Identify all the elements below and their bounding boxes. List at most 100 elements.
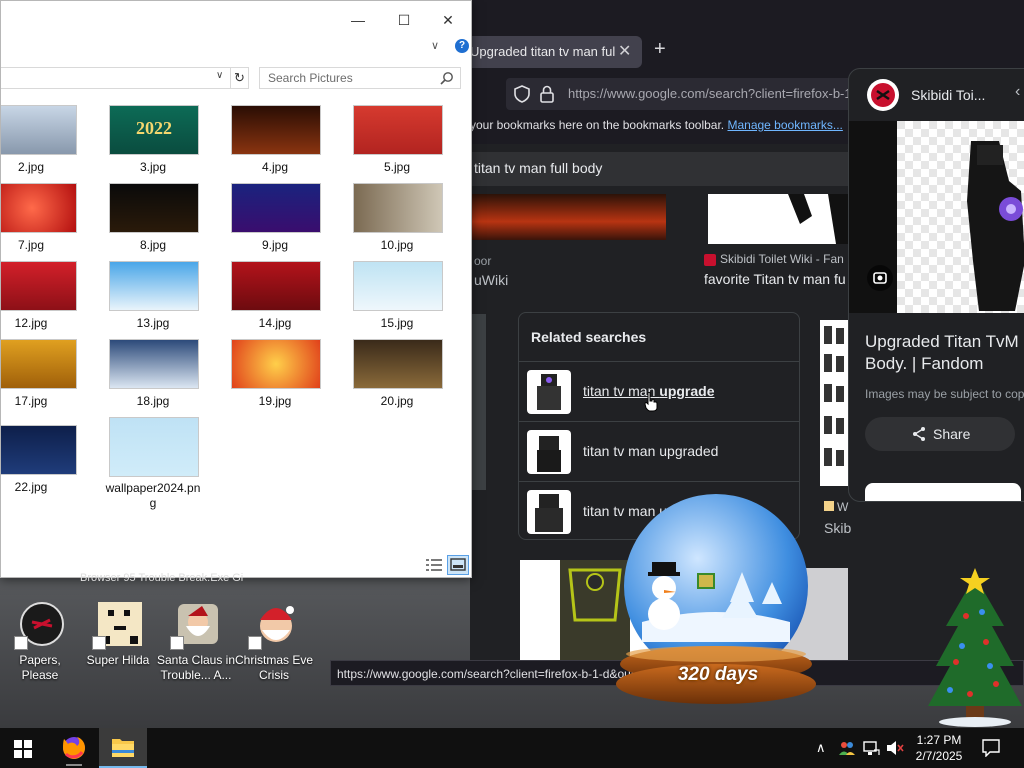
share-icon <box>913 427 925 441</box>
shield-icon[interactable] <box>514 85 530 103</box>
details-view-icon[interactable] <box>425 557 443 573</box>
tab-google-search[interactable]: Upgraded titan tv man full body ✕ <box>470 36 642 68</box>
large-icons-view-button[interactable] <box>447 555 469 575</box>
hand-cursor-icon <box>644 392 658 412</box>
preview-next-card[interactable] <box>865 483 1021 501</box>
shortcut-arrow-icon <box>92 636 106 650</box>
file-name: 18.jpg <box>136 394 170 408</box>
share-label: Share <box>933 426 971 442</box>
share-button[interactable]: Share <box>865 417 1015 451</box>
file-thumbnail <box>231 183 321 233</box>
result-title-link[interactable]: uWiki <box>474 272 508 288</box>
file-name: 4.jpg <box>261 160 289 174</box>
file-name: 3.jpg <box>139 160 167 174</box>
expand-ribbon-icon[interactable]: ∨ <box>431 39 439 52</box>
search-input[interactable]: Search Pictures <box>259 67 461 89</box>
desktop-icon-label: Santa Claus in Trouble... A... <box>156 653 236 682</box>
shortcut-arrow-icon <box>14 636 28 650</box>
preview-source[interactable]: Skibidi Toi... <box>911 87 985 103</box>
related-item-bold: upgrade <box>659 383 715 399</box>
file-thumbnail <box>109 339 199 389</box>
shortcut-arrow-icon <box>170 636 184 650</box>
file-name: wallpaper2024.png <box>105 481 201 510</box>
result-title-link[interactable]: favorite Titan tv man fu <box>704 271 846 287</box>
related-thumbnail <box>527 490 571 534</box>
refresh-button[interactable]: ↻ <box>231 67 249 89</box>
preview-title[interactable]: Upgraded Titan TvM Body. | Fandom <box>865 331 1024 375</box>
taskbar-clock[interactable]: 1:27 PM 2/7/2025 <box>912 732 966 764</box>
file-name: 2.jpg <box>17 160 45 174</box>
christmas-tree-icon[interactable] <box>926 566 1024 728</box>
taskbar-firefox[interactable] <box>50 728 98 768</box>
desktop-icon-label: Christmas Eve Crisis <box>234 653 314 682</box>
clock-time: 1:27 PM <box>916 733 962 747</box>
chevron-down-icon[interactable]: ∨ <box>216 70 223 81</box>
windows-start-icon[interactable] <box>14 740 32 758</box>
related-thumbnail <box>527 430 571 474</box>
help-icon[interactable]: ? <box>455 39 469 53</box>
people-tray-icon[interactable] <box>838 740 856 756</box>
snow-globe-countdown-widget[interactable]: 320 days <box>612 492 820 710</box>
result-source[interactable]: Skibidi Toilet Wiki - Fan <box>720 252 844 266</box>
taskbar: ∧ 1:27 PM 2/7/2025 <box>0 728 1024 768</box>
tiles-view-icon <box>450 558 466 571</box>
clock-date: 2/7/2025 <box>915 749 963 763</box>
title-bar[interactable]: — ☐ ✕ <box>1 1 471 37</box>
file-thumbnail <box>231 339 321 389</box>
address-bar[interactable]: ∨ <box>1 67 231 89</box>
tab-bar: Upgraded titan tv man full body ✕ + <box>470 30 1024 72</box>
firefox-icon <box>63 737 85 766</box>
result-image-fire[interactable] <box>470 194 666 240</box>
related-item-prefix: titan tv man upgraded <box>583 443 719 459</box>
related-item-label[interactable]: titan tv man upgraded <box>583 443 718 459</box>
new-tab-button[interactable]: + <box>654 38 666 61</box>
file-name: 13.jpg <box>136 316 170 330</box>
result-image-figures[interactable] <box>820 320 850 486</box>
file-thumbnail <box>1 105 77 155</box>
favicon-icon <box>824 501 834 511</box>
file-name: 14.jpg <box>258 316 292 330</box>
desktop-icon-label: Super Hilda <box>86 653 150 667</box>
source-logo-icon[interactable] <box>867 79 899 111</box>
taskbar-file-explorer[interactable] <box>99 728 147 768</box>
volume-muted-icon[interactable] <box>886 740 904 756</box>
related-thumbnail <box>527 370 571 414</box>
preview-copyright: Images may be subject to cop <box>865 387 1024 401</box>
desktop-icon-labels-partial: Browser 95 Trouble Break.Exe Gi <box>80 572 244 584</box>
notifications-icon[interactable] <box>982 739 1000 757</box>
related-item[interactable]: titan tv man upgraded <box>519 421 799 481</box>
preview-header: Skibidi Toi... ‹ <box>849 69 1024 121</box>
maximize-button[interactable]: ☐ <box>381 7 427 33</box>
result-caption: oor <box>474 254 492 268</box>
file-thumbnail <box>1 339 77 389</box>
file-name: 9.jpg <box>261 238 289 252</box>
lens-search-icon[interactable] <box>867 265 893 291</box>
result-source[interactable]: W <box>824 500 848 514</box>
tab-title: Upgraded titan tv man full body <box>470 44 616 59</box>
file-thumbnail <box>353 105 443 155</box>
search-icon[interactable] <box>440 71 454 85</box>
chevron-left-icon[interactable]: ‹ <box>1015 83 1020 101</box>
file-name: 8.jpg <box>139 238 167 252</box>
image-preview-panel: Skibidi Toi... ‹ Upgraded Titan TvM Body… <box>848 68 1024 502</box>
file-name: 17.jpg <box>14 394 48 408</box>
network-icon[interactable] <box>862 740 880 756</box>
result-image-partial[interactable] <box>470 314 486 490</box>
result-title-link[interactable]: Skib <box>824 520 851 536</box>
shortcut-arrow-icon <box>248 636 262 650</box>
days-countdown: 320 days <box>677 664 759 685</box>
file-thumbnail <box>353 183 443 233</box>
show-hidden-icons-button[interactable]: ∧ <box>816 740 826 756</box>
search-query[interactable]: titan tv man full body <box>474 160 602 176</box>
related-item[interactable]: titan tv man upgrade <box>519 361 799 421</box>
lock-icon[interactable] <box>540 85 554 103</box>
file-name: 22.jpg <box>14 480 48 494</box>
manage-bookmarks-link[interactable]: Manage bookmarks... <box>727 118 842 132</box>
minimize-button[interactable]: — <box>335 7 381 33</box>
file-thumbnail <box>1 183 77 233</box>
close-button[interactable]: ✕ <box>425 7 471 33</box>
thumbnail-text: 2022 <box>136 118 172 138</box>
bookmarks-hint: your bookmarks here on the bookmarks too… <box>470 118 725 132</box>
file-thumbnail <box>231 261 321 311</box>
tab-close-icon[interactable]: ✕ <box>618 41 631 61</box>
